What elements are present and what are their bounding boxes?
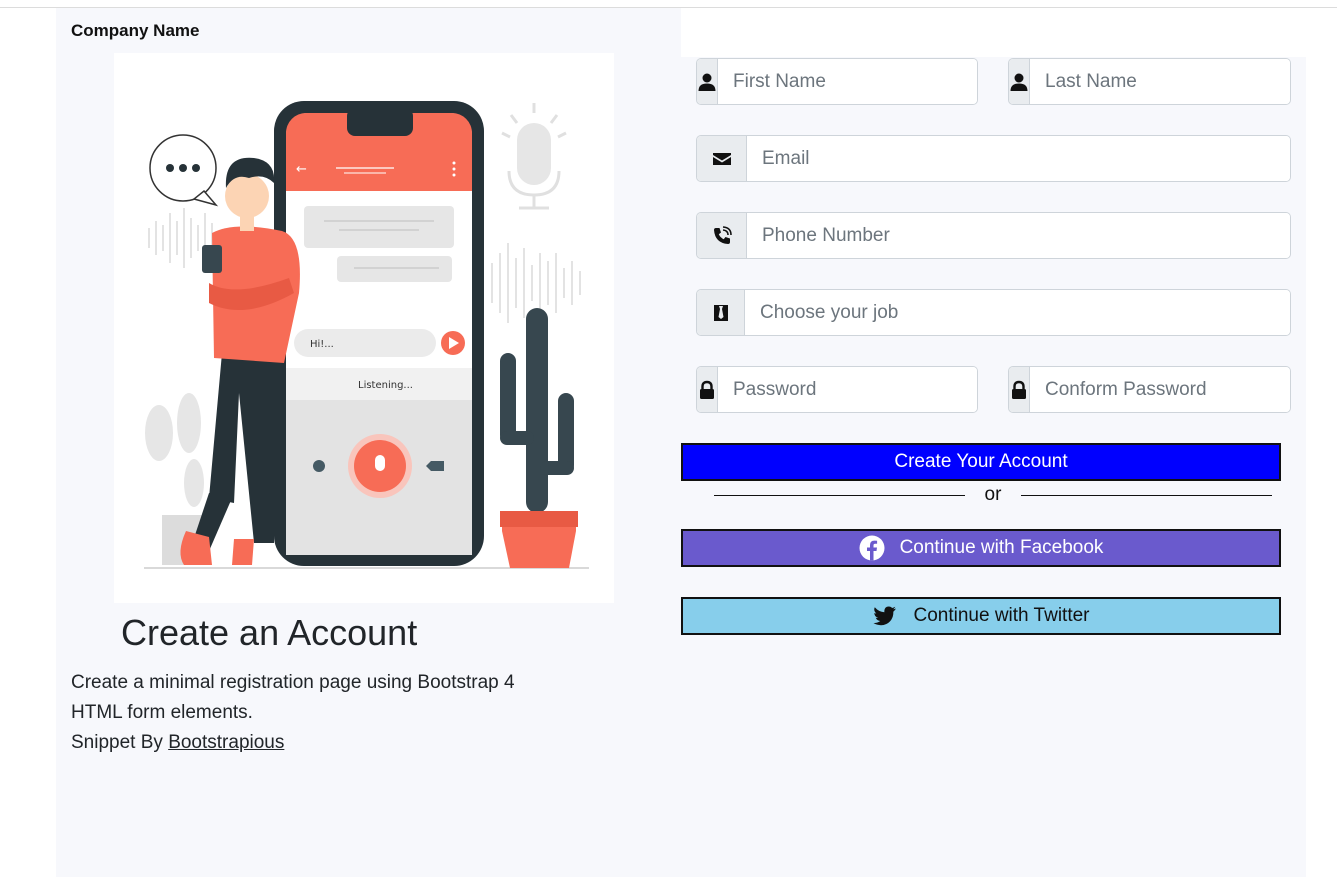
facebook-button-label: Continue with Facebook: [899, 537, 1104, 558]
password-field: [696, 366, 978, 413]
form-top-strip: [681, 8, 1337, 57]
description-line-1: Create a minimal registration page using…: [71, 672, 515, 693]
create-account-label: Create Your Account: [894, 451, 1068, 472]
snippet-prefix: Snippet By: [71, 732, 163, 753]
facebook-icon: [859, 535, 885, 561]
company-name: Company Name: [71, 21, 200, 40]
phone-icon: [697, 213, 747, 258]
email-field: [696, 135, 1291, 182]
description-line-2: HTML form elements.: [71, 702, 253, 723]
user-icon: [1009, 59, 1030, 104]
user-icon: [697, 59, 718, 104]
svg-text:←: ←: [296, 162, 307, 177]
bubble-text: Hi!...: [310, 339, 334, 350]
or-divider: or: [714, 483, 1272, 507]
create-account-button[interactable]: Create Your Account: [681, 443, 1281, 481]
twitter-icon: [873, 606, 897, 626]
first-name-field: [696, 58, 978, 105]
envelope-icon: [697, 136, 747, 181]
twitter-button-label: Continue with Twitter: [913, 605, 1090, 626]
email-input[interactable]: [747, 136, 1290, 181]
confirm-password-field: [1008, 366, 1291, 413]
last-name-field: [1008, 58, 1291, 105]
divider-line-left: [714, 494, 965, 496]
lock-icon: [1009, 367, 1030, 412]
page-title: Create an Account: [121, 612, 418, 653]
registration-illustration: ← Hi!... Listening...: [114, 53, 614, 603]
lock-icon: [697, 367, 718, 412]
job-field: [696, 289, 1291, 336]
snippet-credit: Snippet By Bootstrapious: [71, 728, 571, 758]
browser-top-edge: [0, 0, 1337, 8]
password-input[interactable]: [718, 367, 977, 412]
or-text: or: [984, 484, 1002, 505]
twitter-button[interactable]: Continue with Twitter: [681, 597, 1281, 635]
intro-description: Create a minimal registration page using…: [71, 668, 571, 758]
last-name-input[interactable]: [1030, 59, 1290, 104]
briefcase-icon: [697, 290, 745, 335]
bootstrapious-link[interactable]: Bootstrapious: [168, 732, 284, 753]
confirm-password-input[interactable]: [1030, 367, 1290, 412]
facebook-button[interactable]: Continue with Facebook: [681, 529, 1281, 567]
phone-number-input[interactable]: [747, 213, 1290, 258]
listening-text: Listening...: [358, 380, 413, 391]
job-select-input[interactable]: [745, 290, 1290, 335]
phone-field: [696, 212, 1291, 259]
first-name-input[interactable]: [718, 59, 977, 104]
divider-line-right: [1021, 494, 1272, 496]
